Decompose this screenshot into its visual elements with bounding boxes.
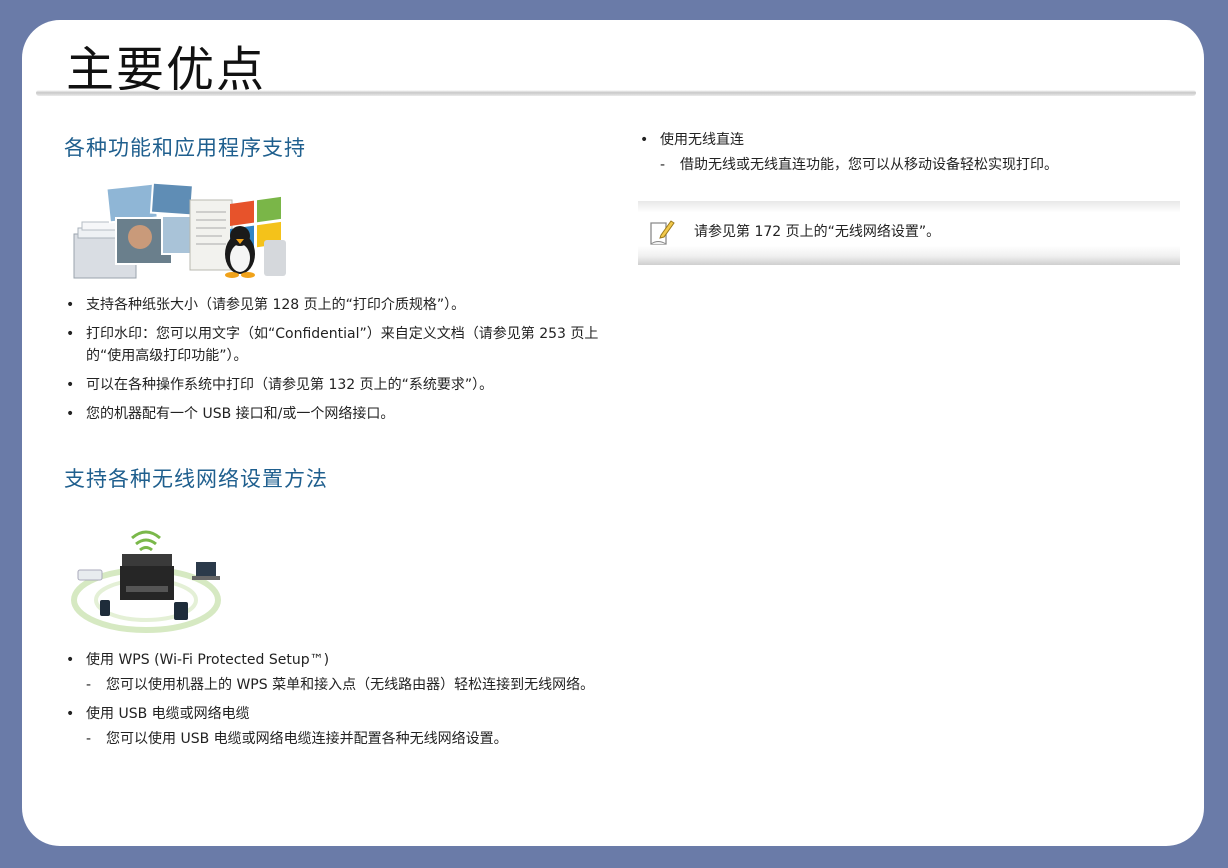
note-pencil-icon [648, 217, 676, 251]
wireless-setup-image [64, 516, 222, 640]
apple-logo-icon [264, 240, 286, 276]
sub-list-item: - 您可以使用机器上的 WPS 菜单和接入点（无线路由器）轻松连接到无线网络。 [86, 677, 595, 693]
list-item: • 您的机器配有一个 USB 接口和/或一个网络接口。 [66, 406, 395, 422]
wifi-signal-icon [131, 530, 161, 552]
list-item: • 可以在各种操作系统中打印（请参见第 132 页上的“系统要求”）。 [66, 377, 494, 393]
title-divider [36, 90, 1196, 96]
list-item: • 打印水印：您可以用文字（如“Confidential”）来自定义文档（请参见第… [66, 326, 599, 364]
list-item: • 使用无线直连 - 借助无线或无线直连功能，您可以从移动设备轻松实现打印。 [638, 129, 1184, 176]
photo-collage-icon [105, 182, 194, 265]
sub-list-item: - 您可以使用 USB 电缆或网络电缆连接并配置各种无线网络设置。 [86, 731, 508, 747]
list-item: • 使用 USB 电缆或网络电缆 - 您可以使用 USB 电缆或网络电缆连接并配置各… [64, 703, 612, 750]
page: 主要优点 各种功能和应用程序支持 • 支持各种纸张大小（请参见第 128 页上的… [22, 20, 1204, 846]
laptop-icon [192, 562, 220, 580]
smartphone-icon [100, 600, 110, 616]
wireless-bullet-list: • 使用 WPS (Wi-Fi Protected Setup™) - 您可以使用机… [64, 649, 612, 757]
section-heading-features: 各种功能和应用程序支持 [64, 136, 306, 160]
tablet-icon [174, 602, 188, 620]
router-icon [77, 569, 103, 581]
list-item: • 使用 WPS (Wi-Fi Protected Setup™) - 您可以使用机… [64, 649, 612, 696]
feature-bullet-list: • 支持各种纸张大小（请参见第 128 页上的“打印介质规格”）。 • 打印水印：您… [64, 294, 612, 432]
wifi-direct-bullet-list: • 使用无线直连 - 借助无线或无线直连功能，您可以从移动设备轻松实现打印。 [638, 129, 1184, 183]
printer-icon [120, 554, 174, 600]
application-collage-image [72, 182, 290, 282]
list-item: • 支持各种纸张大小（请参见第 128 页上的“打印介质规格”）。 [66, 297, 466, 313]
sub-list-item: - 借助无线或无线直连功能，您可以从移动设备轻松实现打印。 [660, 157, 1058, 173]
note-box: 请参见第 172 页上的“无线网络设置”。 [638, 201, 1180, 265]
section-heading-wireless: 支持各种无线网络设置方法 [64, 467, 328, 491]
note-text: 请参见第 172 页上的“无线网络设置”。 [694, 224, 941, 240]
